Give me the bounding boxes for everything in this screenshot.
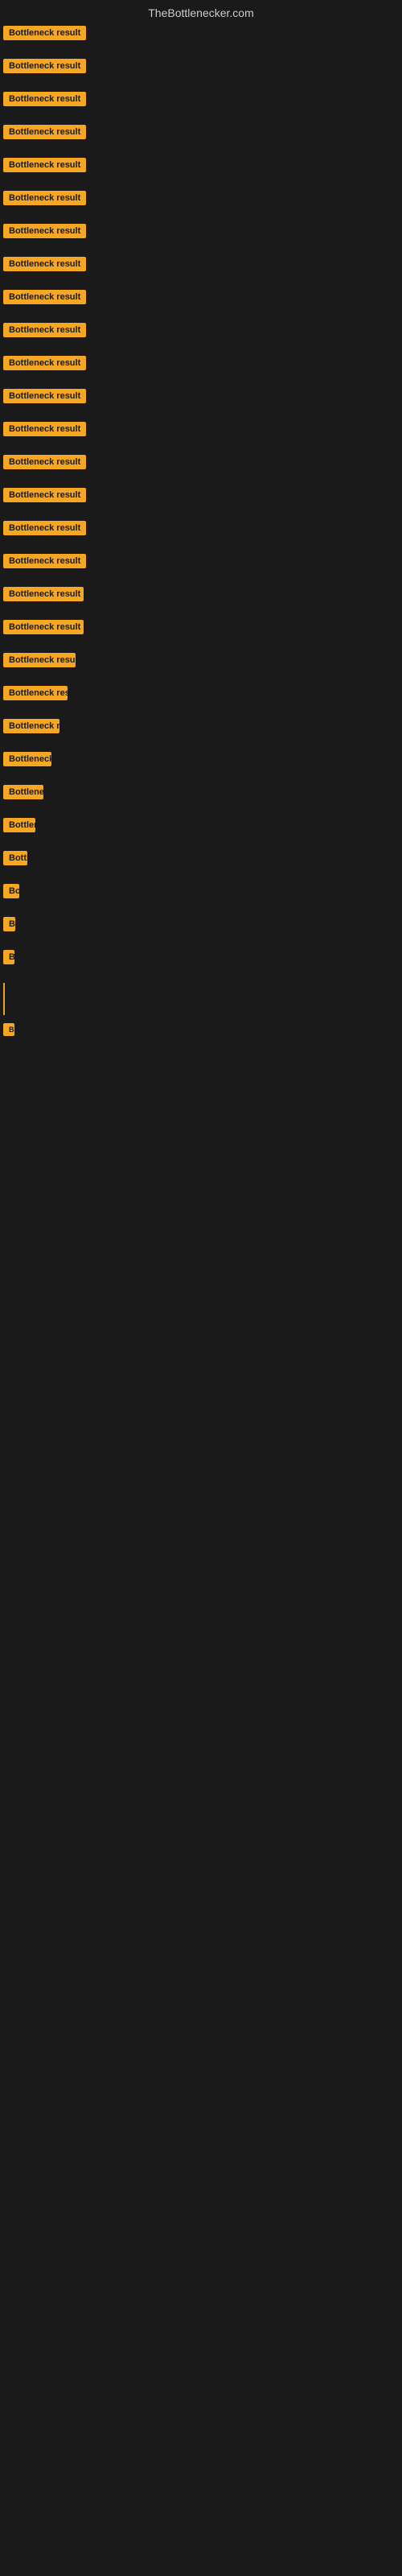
bottleneck-result-badge[interactable]: Bottleneck result xyxy=(3,950,14,964)
list-item: Bottleneck result xyxy=(0,191,402,209)
bottleneck-result-badge[interactable]: Bottleneck result xyxy=(3,554,86,568)
bottleneck-result-badge[interactable]: Bottleneck result xyxy=(3,323,86,337)
bottleneck-result-badge[interactable]: Bottleneck result xyxy=(3,587,84,601)
bottleneck-result-badge[interactable]: Bottleneck result xyxy=(3,224,86,238)
bottleneck-result-badge[interactable]: Bottleneck result xyxy=(3,26,86,40)
list-item: Bottleneck result xyxy=(0,389,402,407)
list-item: Bottleneck result xyxy=(0,521,402,539)
bottleneck-result-badge[interactable]: Bottleneck result xyxy=(3,917,15,931)
bottleneck-result-badge[interactable]: Bottleneck result xyxy=(3,59,86,73)
list-item: Bottleneck result xyxy=(0,59,402,77)
list-item: Bottleneck result xyxy=(0,1023,402,1040)
bottleneck-result-badge[interactable]: Bottleneck result xyxy=(3,455,86,469)
list-item: Bottleneck result xyxy=(0,158,402,176)
list-item: Bottleneck result xyxy=(0,257,402,275)
list-item: Bottleneck result xyxy=(0,950,402,968)
bottleneck-result-badge[interactable]: Bottleneck result xyxy=(3,488,86,502)
list-item: Bottleneck result xyxy=(0,356,402,374)
list-item: Bottleneck result xyxy=(0,752,402,770)
list-item: Bottleneck result xyxy=(0,323,402,341)
bottleneck-result-badge[interactable]: Bottleneck result xyxy=(3,752,51,766)
bottleneck-result-badge[interactable]: Bottleneck result xyxy=(3,851,27,865)
list-item: Bottleneck result xyxy=(0,455,402,473)
list-item: Bottleneck result xyxy=(0,587,402,605)
bottleneck-result-badge[interactable]: Bottleneck result xyxy=(3,686,68,700)
bottleneck-result-badge[interactable]: Bottleneck result xyxy=(3,92,86,106)
bottleneck-result-badge[interactable]: Bottleneck result xyxy=(3,785,43,799)
bottleneck-result-badge[interactable]: Bottleneck result xyxy=(3,125,86,139)
bottleneck-result-badge[interactable]: Bottleneck result xyxy=(3,422,86,436)
list-item: Bottleneck result xyxy=(0,851,402,869)
bottleneck-result-badge[interactable]: Bottleneck result xyxy=(3,158,86,172)
list-item: Bottleneck result xyxy=(0,554,402,572)
list-item: Bottleneck result xyxy=(0,92,402,110)
bottleneck-result-badge[interactable]: Bottleneck result xyxy=(3,1023,14,1036)
list-item: Bottleneck result xyxy=(0,290,402,308)
list-item: Bottleneck result xyxy=(0,125,402,143)
list-item: Bottleneck result xyxy=(0,653,402,671)
list-item: Bottleneck result xyxy=(0,917,402,935)
list-item: Bottleneck result xyxy=(0,686,402,704)
bottleneck-result-badge[interactable]: Bottleneck result xyxy=(3,884,19,898)
bottleneck-result-badge[interactable]: Bottleneck result xyxy=(3,620,84,634)
bottleneck-result-badge[interactable]: Bottleneck result xyxy=(3,818,35,832)
list-item: Bottleneck result xyxy=(0,26,402,44)
bottleneck-result-badge[interactable]: Bottleneck result xyxy=(3,719,59,733)
list-item: Bottleneck result xyxy=(0,719,402,737)
list-item: Bottleneck result xyxy=(0,818,402,836)
site-title: TheBottlenecker.com xyxy=(0,0,402,23)
bottleneck-result-badge[interactable]: Bottleneck result xyxy=(3,290,86,304)
divider-line xyxy=(3,983,5,1015)
bottleneck-result-badge[interactable]: Bottleneck result xyxy=(3,356,86,370)
bottleneck-result-badge[interactable]: Bottleneck result xyxy=(3,521,86,535)
bottleneck-result-badge[interactable]: Bottleneck result xyxy=(3,389,86,403)
list-item: Bottleneck result xyxy=(0,488,402,506)
bottleneck-result-badge[interactable]: Bottleneck result xyxy=(3,191,86,205)
list-item: Bottleneck result xyxy=(0,785,402,803)
bottleneck-result-badge[interactable]: Bottleneck result xyxy=(3,257,86,271)
bottleneck-result-badge[interactable]: Bottleneck result xyxy=(3,653,76,667)
list-item: Bottleneck result xyxy=(0,224,402,242)
list-item: Bottleneck result xyxy=(0,620,402,638)
list-item: Bottleneck result xyxy=(0,422,402,440)
list-item: Bottleneck result xyxy=(0,884,402,902)
page-container: TheBottlenecker.com Bottleneck resultBot… xyxy=(0,0,402,1058)
content-area: Bottleneck result Bottleneck result Bottle… xyxy=(0,23,402,1058)
